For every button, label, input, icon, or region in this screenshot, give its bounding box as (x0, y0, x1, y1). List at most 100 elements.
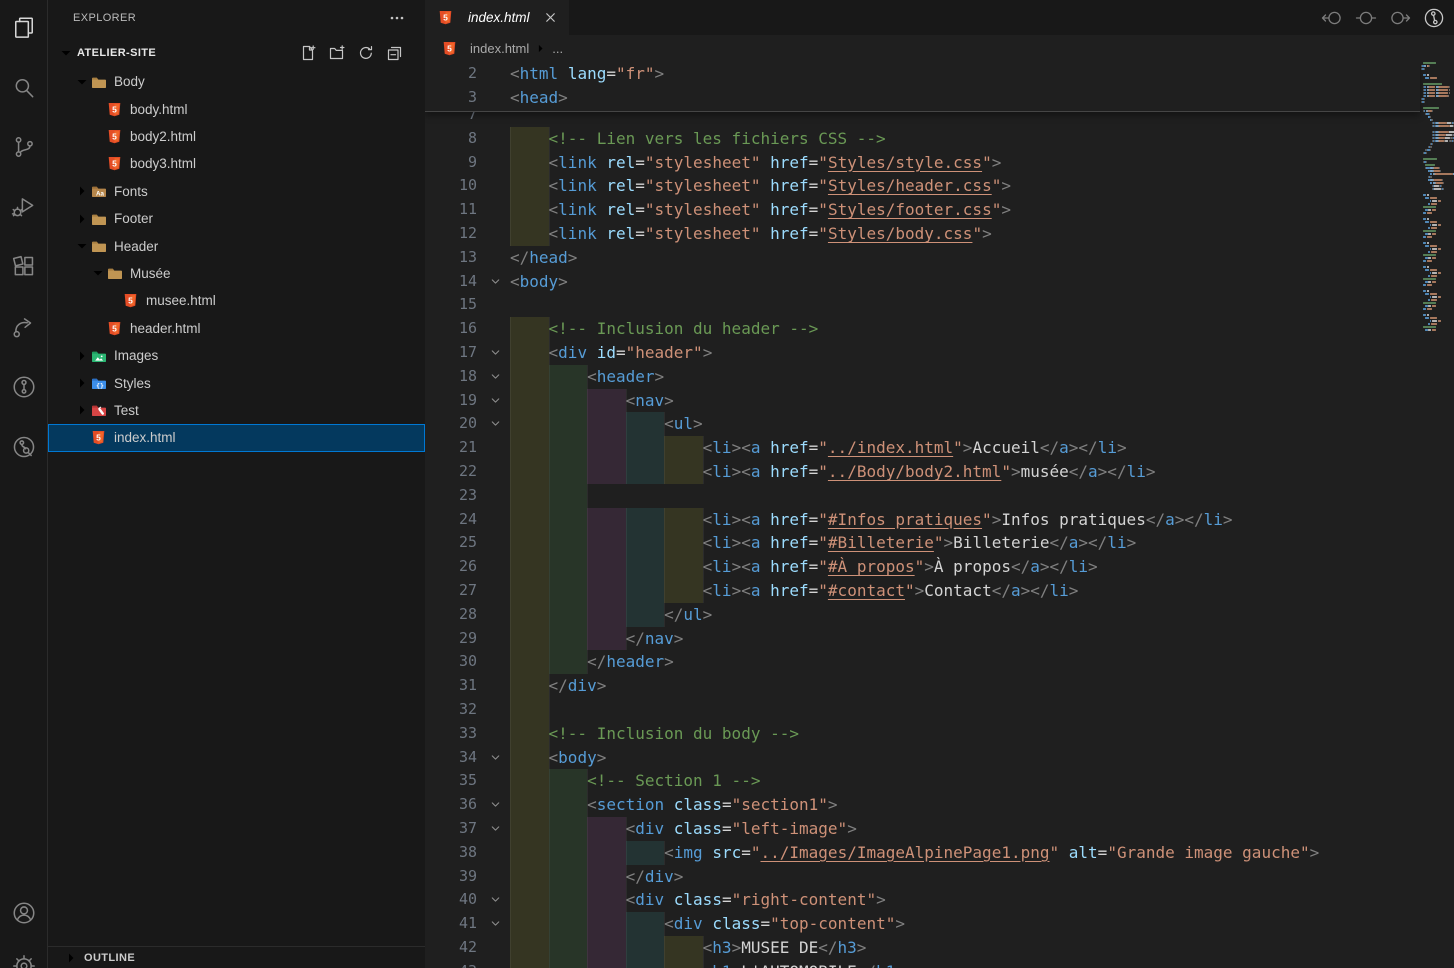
run-debug-icon[interactable] (0, 183, 47, 231)
code-line-16[interactable]: 16 <!-- Inclusion du header --> (425, 317, 1420, 341)
code-line-19[interactable]: 19 <nav> (425, 389, 1420, 413)
code-line-18[interactable]: 18 <header> (425, 365, 1420, 389)
tab-index-html[interactable]: 5 index.html (425, 0, 569, 35)
sticky-line-3[interactable]: 3<head> (425, 86, 1420, 110)
code-line-10[interactable]: 10 <link rel="stylesheet" href="Styles/h… (425, 174, 1420, 198)
sticky-line-2[interactable]: 2<html lang="fr"> (425, 62, 1420, 86)
tree-item-body2-html[interactable]: 5body2.html (48, 123, 425, 150)
tree-item-footer[interactable]: Footer (48, 205, 425, 232)
nav-circle-icon[interactable] (1354, 6, 1378, 30)
line-number: 28 (425, 603, 477, 627)
code-line-34[interactable]: 34 <body> (425, 746, 1420, 770)
nav-back-icon[interactable] (1320, 6, 1344, 30)
code-line-37[interactable]: 37 <div class="left-image"> (425, 817, 1420, 841)
code-line-38[interactable]: 38 <img src="../Images/ImageAlpinePage1.… (425, 841, 1420, 865)
code-line-22[interactable]: 22 <li><a href="../Body/body2.html">musé… (425, 460, 1420, 484)
code-line-24[interactable]: 24 <li><a href="#Infos pratiques">Infos … (425, 508, 1420, 532)
code-line-8[interactable]: 8 <!-- Lien vers les fichiers CSS --> (425, 127, 1420, 151)
code-line-15[interactable]: 15 (425, 293, 1420, 317)
code-line-41[interactable]: 41 <div class="top-content"> (425, 912, 1420, 936)
code-line-39[interactable]: 39 </div> (425, 865, 1420, 889)
code-line-12[interactable]: 12 <link rel="stylesheet" href="Styles/b… (425, 222, 1420, 246)
code-line-28[interactable]: 28 </ul> (425, 603, 1420, 627)
code-line-31[interactable]: 31 </div> (425, 674, 1420, 698)
chevron-down-icon[interactable] (73, 238, 91, 254)
live-share-icon[interactable] (0, 303, 47, 351)
source-control-icon[interactable] (0, 123, 47, 171)
minimap-line (1438, 248, 1442, 250)
chevron-down-icon[interactable] (73, 74, 91, 90)
extensions-icon[interactable] (0, 243, 47, 291)
tree-item-body[interactable]: Body (48, 68, 425, 95)
code-line-42[interactable]: 42 <h3>MUSEE DE</h3> (425, 936, 1420, 960)
code-line-9[interactable]: 9 <link rel="stylesheet" href="Styles/st… (425, 151, 1420, 175)
code-line-13[interactable]: 13</head> (425, 246, 1420, 270)
code-line-23[interactable]: 23 (425, 484, 1420, 508)
tree-item-header[interactable]: Header (48, 232, 425, 259)
chevron-right-icon[interactable] (73, 402, 91, 418)
code-line-43[interactable]: 43 <h1>L'AUTOMOBILE</h1> (425, 960, 1420, 968)
code-line-14[interactable]: 14<body> (425, 270, 1420, 294)
code-area[interactable]: 78 <!-- Lien vers les fichiers CSS -->9 … (425, 62, 1454, 968)
fold-chevron-icon[interactable] (484, 917, 506, 930)
code-line-11[interactable]: 11 <link rel="stylesheet" href="Styles/f… (425, 198, 1420, 222)
tree-item-fonts[interactable]: AaFonts (48, 178, 425, 205)
chevron-right-icon[interactable] (73, 348, 91, 364)
minimap-line (1425, 164, 1435, 166)
tree-item-index-html[interactable]: 5index.html (48, 424, 425, 451)
tree-item-header-html[interactable]: 5header.html (48, 315, 425, 342)
git-graph-icon[interactable] (0, 423, 47, 471)
chevron-right-icon[interactable] (73, 375, 91, 391)
chevron-right-icon (534, 42, 547, 55)
breadcrumb[interactable]: 5 index.html ... (425, 35, 1454, 62)
code-line-27[interactable]: 27 <li><a href="#contact">Contact</a></l… (425, 579, 1420, 603)
fold-chevron-icon[interactable] (484, 893, 506, 906)
fold-chevron-icon[interactable] (484, 751, 506, 764)
tree-item-musee-html[interactable]: 5musee.html (48, 287, 425, 314)
explorer-icon[interactable] (0, 4, 47, 52)
gitlens-icon[interactable] (0, 363, 47, 411)
search-icon[interactable] (0, 64, 47, 112)
code-line-36[interactable]: 36 <section class="section1"> (425, 793, 1420, 817)
tree-item-test[interactable]: Test (48, 397, 425, 424)
tree-item-body-html[interactable]: 5body.html (48, 95, 425, 122)
code-line-30[interactable]: 30 </header> (425, 650, 1420, 674)
sticky-scroll[interactable]: 2<html lang="fr">3<head> (425, 62, 1420, 112)
chevron-down-icon[interactable] (89, 265, 107, 281)
code-text: <!-- Inclusion du header --> (510, 317, 818, 341)
tree-item-mus-e[interactable]: Musée (48, 260, 425, 287)
code-line-17[interactable]: 17 <div id="header"> (425, 341, 1420, 365)
nav-forward-icon[interactable] (1388, 6, 1412, 30)
fold-chevron-icon[interactable] (484, 346, 506, 359)
code-line-40[interactable]: 40 <div class="right-content"> (425, 888, 1420, 912)
code-line-25[interactable]: 25 <li><a href="#Billeterie">Billeterie<… (425, 531, 1420, 555)
fold-chevron-icon[interactable] (484, 798, 506, 811)
minimap-line (1438, 296, 1442, 298)
minimap[interactable] (1420, 62, 1454, 968)
code-line-33[interactable]: 33 <!-- Inclusion du body --> (425, 722, 1420, 746)
close-icon[interactable] (543, 10, 558, 25)
file-history-icon[interactable] (1422, 6, 1446, 30)
code-line-32[interactable]: 32 (425, 698, 1420, 722)
tree-item-body3-html[interactable]: 5body3.html (48, 150, 425, 177)
breadcrumb-file[interactable]: index.html (470, 41, 529, 56)
breadcrumb-more[interactable]: ... (552, 41, 563, 56)
code-line-21[interactable]: 21 <li><a href="../index.html">Accueil</… (425, 436, 1420, 460)
minimap-line (1423, 260, 1426, 262)
fold-chevron-icon[interactable] (484, 394, 506, 407)
fold-chevron-icon[interactable] (484, 275, 506, 288)
chevron-right-icon[interactable] (73, 211, 91, 227)
code-line-29[interactable]: 29 </nav> (425, 627, 1420, 651)
tree-item-images[interactable]: Images (48, 342, 425, 369)
fold-chevron-icon[interactable] (484, 417, 506, 430)
fold-chevron-icon[interactable] (484, 822, 506, 835)
fold-chevron-icon[interactable] (484, 370, 506, 383)
code-line-35[interactable]: 35 <!-- Section 1 --> (425, 769, 1420, 793)
outline-section[interactable]: OUTLINE (48, 946, 425, 968)
code-line-20[interactable]: 20 <ul> (425, 412, 1420, 436)
account-icon[interactable] (0, 889, 47, 937)
tree-item-styles[interactable]: {}Styles (48, 369, 425, 396)
chevron-right-icon[interactable] (73, 183, 91, 199)
code-line-26[interactable]: 26 <li><a href="#À propos">À propos</a><… (425, 555, 1420, 579)
settings-icon[interactable] (0, 942, 47, 968)
